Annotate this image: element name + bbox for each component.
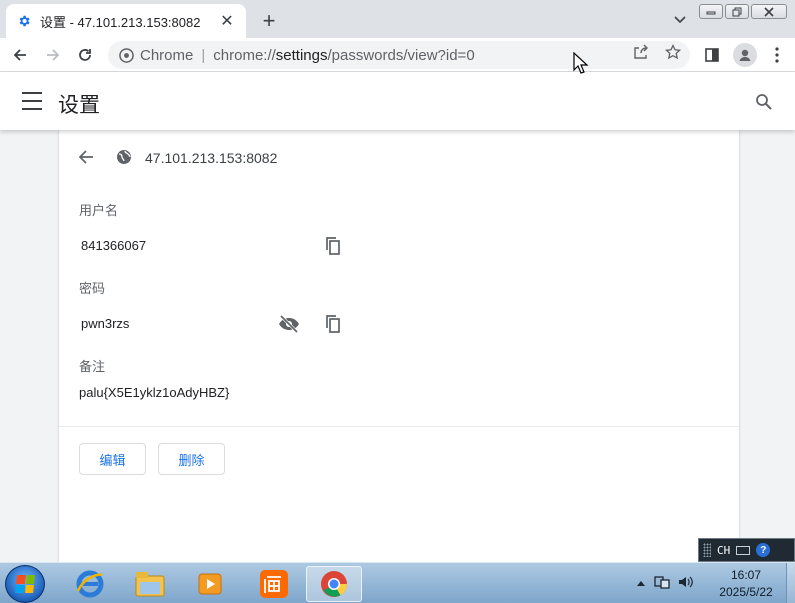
- copy-password-icon[interactable]: [322, 313, 344, 335]
- browser-toolbar: Chrome | chrome://settings/passwords/vie…: [0, 38, 795, 72]
- start-button[interactable]: [5, 565, 45, 603]
- password-label: 密码: [79, 281, 106, 296]
- divider: [59, 426, 739, 427]
- langbar-grip[interactable]: [703, 543, 711, 557]
- profile-avatar-icon[interactable]: [733, 43, 757, 67]
- hamburger-menu-icon[interactable]: [22, 92, 42, 110]
- scheme-chip: Chrome: [140, 46, 194, 64]
- tab-settings[interactable]: 设置 - 47.101.213.153:8082 ✕: [6, 4, 246, 38]
- minimize-button[interactable]: [699, 4, 723, 19]
- forward-button[interactable]: [41, 43, 65, 67]
- side-panel-icon[interactable]: [700, 43, 724, 67]
- site-origin: 47.101.213.153:8082: [145, 150, 278, 166]
- file-explorer-icon[interactable]: [122, 566, 178, 602]
- settings-content: 47.101.213.153:8082 用户名 841366067 密码 pwn…: [0, 130, 795, 562]
- address-bar[interactable]: Chrome | chrome://settings/passwords/vie…: [108, 41, 690, 69]
- system-tray: [636, 575, 694, 592]
- clock-time: 16:07: [730, 568, 762, 582]
- help-icon[interactable]: ?: [756, 543, 771, 557]
- copy-username-icon[interactable]: [322, 235, 344, 257]
- window-controls: [699, 4, 787, 19]
- bookmark-star-icon[interactable]: [663, 42, 683, 62]
- note-label: 备注: [79, 359, 106, 374]
- search-icon[interactable]: [755, 93, 775, 113]
- password-field[interactable]: pwn3rzs: [81, 316, 129, 331]
- hide-password-eye-off-icon[interactable]: [278, 313, 300, 335]
- back-arrow-icon[interactable]: [77, 148, 97, 168]
- tab-strip: 设置 - 47.101.213.153:8082 ✕ +: [0, 0, 795, 38]
- settings-header: 设置: [0, 72, 795, 130]
- username-field[interactable]: 841366067: [81, 238, 146, 253]
- note-text: palu{X5E1yklz1oAdyHBZ}: [79, 385, 230, 400]
- clock-date: 2025/5/22: [719, 585, 773, 599]
- url-text[interactable]: chrome://settings/passwords/view?id=0: [213, 47, 474, 64]
- show-hidden-icons-icon[interactable]: [636, 578, 646, 590]
- globe-icon: [116, 149, 133, 166]
- page-title: 设置: [58, 94, 100, 117]
- chrome-taskbar-icon[interactable]: [306, 566, 362, 602]
- gear-icon: [16, 13, 32, 29]
- taskbar-clock[interactable]: 16:07 2025/5/22: [708, 567, 784, 601]
- mouse-cursor-icon: [573, 52, 589, 74]
- tab-search-chevron-icon[interactable]: [668, 10, 692, 30]
- media-player-icon[interactable]: [182, 566, 238, 602]
- windows-logo-icon: [15, 575, 35, 593]
- volume-icon[interactable]: [678, 575, 694, 592]
- reload-button[interactable]: [73, 43, 97, 67]
- internet-explorer-icon[interactable]: [62, 566, 118, 602]
- back-button[interactable]: [8, 43, 32, 67]
- show-desktop-button[interactable]: [786, 563, 795, 603]
- username-label: 用户名: [79, 203, 119, 218]
- address-separator: |: [201, 46, 206, 64]
- close-icon[interactable]: ✕: [218, 12, 236, 30]
- language-bar: CH ?: [698, 538, 795, 562]
- restore-button[interactable]: [725, 4, 749, 19]
- keyboard-icon[interactable]: [736, 545, 751, 555]
- menu-kebab-icon[interactable]: [765, 43, 789, 67]
- password-detail-card: 47.101.213.153:8082 用户名 841366067 密码 pwn…: [59, 130, 739, 562]
- input-language[interactable]: CH: [717, 544, 730, 557]
- network-icon[interactable]: [654, 575, 670, 592]
- delete-button[interactable]: 删除: [158, 443, 225, 475]
- share-icon[interactable]: [631, 42, 651, 62]
- chrome-logo-icon: [118, 47, 134, 63]
- tab-title: 设置 - 47.101.213.153:8082: [40, 14, 201, 30]
- taskbar: 16:07 2025/5/22: [0, 562, 795, 603]
- edit-button[interactable]: 编辑: [79, 443, 146, 475]
- new-tab-button[interactable]: +: [256, 8, 282, 34]
- tongxin-app-icon[interactable]: [246, 566, 302, 602]
- close-window-button[interactable]: [751, 4, 787, 19]
